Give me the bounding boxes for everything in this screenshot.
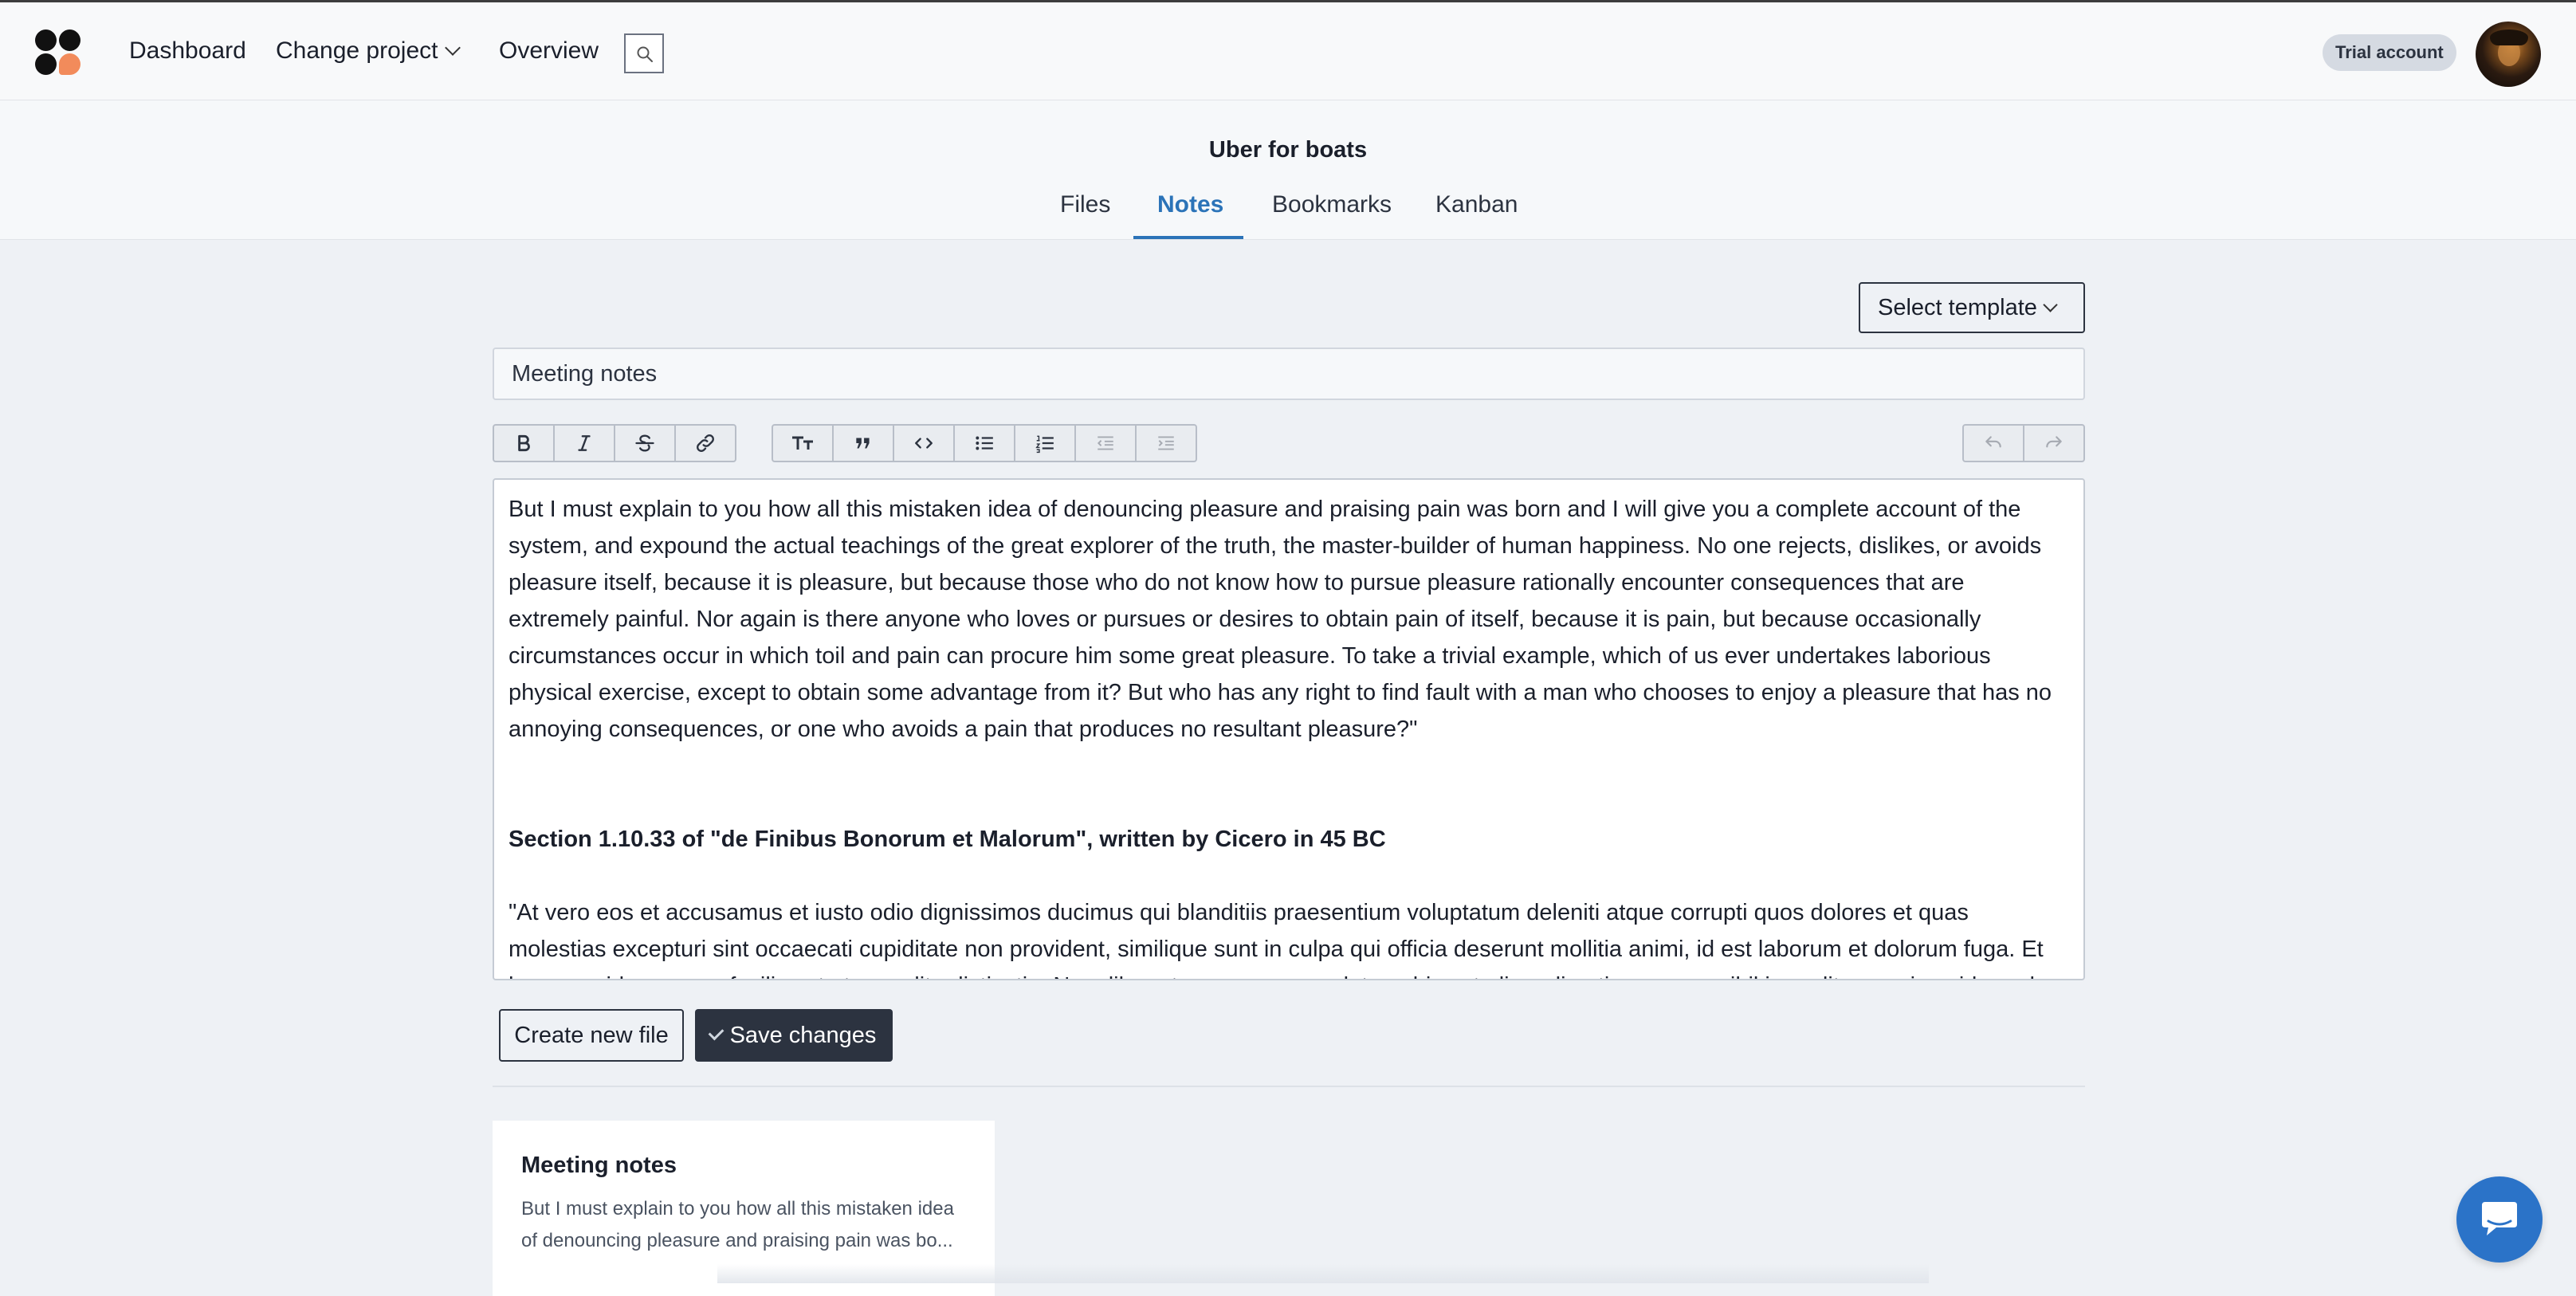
- redo-button[interactable]: [2024, 426, 2083, 461]
- nav-change-project-label: Change project: [276, 37, 438, 64]
- nav-overview-link[interactable]: Overview: [499, 37, 599, 65]
- tab-files[interactable]: Files: [1060, 191, 1110, 218]
- history-toolbar: [1962, 424, 2085, 462]
- code-icon: [915, 438, 933, 449]
- user-avatar[interactable]: [2476, 22, 2541, 87]
- quote-icon: [856, 438, 870, 449]
- bold-button[interactable]: [494, 426, 555, 461]
- heading-icon: [792, 436, 813, 450]
- bullet-list-button[interactable]: [955, 426, 1015, 461]
- search-button[interactable]: [624, 33, 664, 73]
- create-new-file-button[interactable]: Create new file: [499, 1009, 684, 1062]
- editor-paragraph: But I must explain to you how all this m…: [509, 497, 2052, 742]
- bold-icon: [518, 434, 530, 452]
- numbered-list-icon: [1035, 435, 1054, 454]
- project-header: Uber for boats Files Notes Bookmarks Kan…: [0, 100, 2576, 240]
- chat-widget-button[interactable]: [2456, 1176, 2543, 1263]
- save-changes-button[interactable]: Save changes: [695, 1009, 893, 1062]
- link-icon: [697, 434, 714, 452]
- bullet-list-icon: [976, 436, 993, 450]
- indent-icon: [1158, 436, 1174, 450]
- heading-button[interactable]: [773, 426, 834, 461]
- editor-paragraph: "At vero eos et accusamus et iusto odio …: [509, 900, 2044, 979]
- redo-icon: [2046, 436, 2062, 448]
- outdent-button[interactable]: [1076, 426, 1137, 461]
- block-toolbar: [772, 424, 1197, 462]
- note-card-excerpt: But I must explain to you how all this m…: [521, 1198, 954, 1251]
- italic-icon: [578, 435, 591, 451]
- chat-bubble-icon: [2482, 1202, 2517, 1235]
- select-template-dropdown[interactable]: Select template: [1859, 282, 2085, 333]
- divider: [493, 1086, 2085, 1087]
- link-button[interactable]: [676, 426, 735, 461]
- strikethrough-button[interactable]: [615, 426, 676, 461]
- check-icon: [708, 1024, 724, 1041]
- indent-button[interactable]: [1137, 426, 1196, 461]
- outdent-icon: [1097, 436, 1113, 450]
- project-title: Uber for boats: [1208, 137, 1368, 163]
- bottom-fade: [717, 1264, 1929, 1283]
- trial-account-badge: Trial account: [2323, 34, 2456, 71]
- strikethrough-icon: [635, 434, 654, 452]
- search-icon: [637, 46, 653, 62]
- undo-button[interactable]: [1964, 426, 2024, 461]
- formatting-toolbar: [493, 424, 736, 462]
- note-title-input[interactable]: [493, 348, 2085, 400]
- chevron-down-icon: [2043, 297, 2058, 312]
- chevron-down-icon: [445, 40, 461, 56]
- italic-button[interactable]: [555, 426, 615, 461]
- tab-notes[interactable]: Notes: [1157, 191, 1223, 218]
- save-changes-label: Save changes: [729, 1023, 877, 1048]
- app-logo[interactable]: [35, 29, 83, 77]
- numbered-list-button[interactable]: [1015, 426, 1076, 461]
- note-card-title: Meeting notes: [521, 1153, 677, 1178]
- select-template-label: Select template: [1878, 295, 2037, 320]
- undo-icon: [1985, 436, 2001, 448]
- code-button[interactable]: [894, 426, 955, 461]
- tab-bookmarks[interactable]: Bookmarks: [1272, 191, 1392, 218]
- nav-dashboard-link[interactable]: Dashboard: [129, 37, 246, 65]
- nav-change-project-dropdown[interactable]: Change project: [276, 37, 461, 65]
- note-editor-body[interactable]: But I must explain to you how all this m…: [493, 478, 2085, 980]
- tab-kanban[interactable]: Kanban: [1435, 191, 1518, 218]
- top-navbar: Dashboard Change project Overview Trial …: [0, 0, 2576, 100]
- active-tab-indicator: [1133, 236, 1243, 239]
- quote-button[interactable]: [834, 426, 894, 461]
- editor-heading: Section 1.10.33 of "de Finibus Bonorum e…: [509, 827, 1386, 852]
